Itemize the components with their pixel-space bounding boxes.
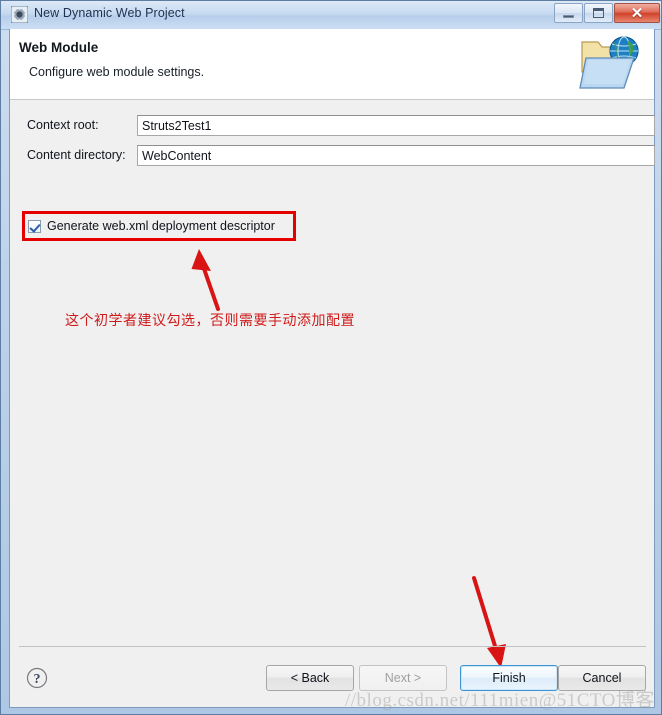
finish-button[interactable]: Finish xyxy=(460,665,558,691)
generate-webxml-label: Generate web.xml deployment descriptor xyxy=(47,219,275,233)
window-controls: ✕ xyxy=(553,3,660,25)
dialog-window: New Dynamic Web Project ✕ Web Module Con… xyxy=(0,0,662,715)
back-button[interactable]: < Back xyxy=(266,665,354,691)
context-root-input[interactable] xyxy=(137,115,655,136)
checkbox-checked-icon[interactable] xyxy=(28,219,41,233)
next-button[interactable]: Next > xyxy=(359,665,447,691)
web-module-folder-globe-icon xyxy=(579,36,639,89)
close-button[interactable]: ✕ xyxy=(614,3,660,23)
minimize-icon xyxy=(563,15,574,18)
context-root-label: Context root: xyxy=(27,118,99,132)
dialog-client-area: Web Module Configure web module settings… xyxy=(9,29,655,708)
context-root-row: Context root: xyxy=(10,115,655,137)
svg-text:?: ? xyxy=(34,672,41,687)
annotation-arrow-down-icon xyxy=(472,576,506,668)
minimize-button[interactable] xyxy=(554,3,583,23)
project-gear-icon xyxy=(11,6,28,23)
help-icon[interactable]: ? xyxy=(26,667,48,689)
content-directory-input[interactable] xyxy=(137,145,655,166)
generate-webxml-checkbox-row[interactable]: Generate web.xml deployment descriptor xyxy=(28,216,275,236)
close-icon: ✕ xyxy=(630,4,644,22)
wizard-header: Web Module Configure web module settings… xyxy=(10,29,654,100)
page-subtitle: Configure web module settings. xyxy=(29,65,205,79)
annotation-note-text: 这个初学者建议勾选，否则需要手动添加配置 xyxy=(65,313,355,329)
window-title: New Dynamic Web Project xyxy=(34,6,185,20)
maximize-icon xyxy=(593,8,604,18)
annotation-arrow-up-icon xyxy=(191,249,220,311)
title-bar[interactable]: New Dynamic Web Project ✕ xyxy=(1,1,661,30)
content-directory-row: Content directory: xyxy=(10,145,655,167)
page-title: Web Module xyxy=(19,40,99,55)
cancel-button[interactable]: Cancel xyxy=(558,665,646,691)
button-bar-separator xyxy=(19,646,646,647)
maximize-button[interactable] xyxy=(584,3,613,23)
content-directory-label: Content directory: xyxy=(27,148,126,162)
